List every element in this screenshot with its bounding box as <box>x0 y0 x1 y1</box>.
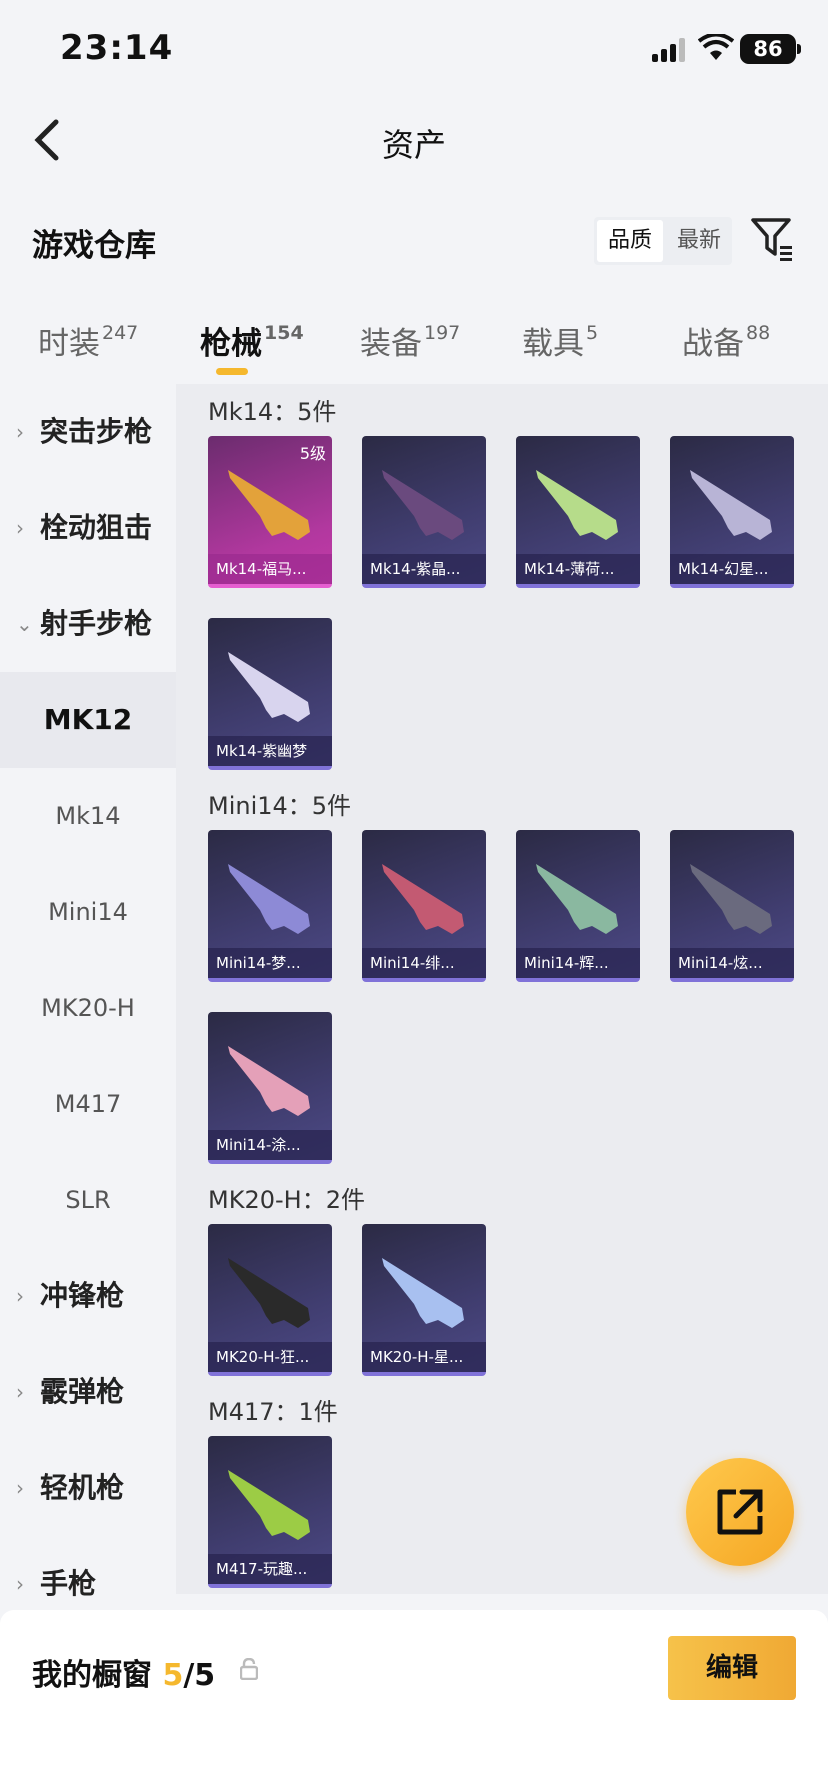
sidebar-item-assault-rifle[interactable]: › 突击步枪 <box>0 384 176 480</box>
battery-icon: 86 <box>740 34 801 64</box>
bottom-bar: 我的橱窗 5/5 编辑 <box>0 1610 828 1792</box>
sidebar-item-mk12[interactable]: MK12 <box>0 672 176 768</box>
chevron-right-icon: › <box>16 1380 24 1404</box>
cellular-signal-icon <box>652 38 688 62</box>
chevron-right-icon: › <box>16 1572 24 1596</box>
weapon-card[interactable]: 5级 Mk14-福马... <box>208 436 332 588</box>
weapon-card[interactable]: Mini14-涂... <box>208 1012 332 1164</box>
sidebar-item-m417[interactable]: M417 <box>0 1056 176 1152</box>
sidebar-item-bolt-sniper[interactable]: › 栓动狙击 <box>0 480 176 576</box>
rifle-icon <box>690 470 772 540</box>
sort-quality-button[interactable]: 品质 <box>597 220 663 262</box>
sidebar-item-mk20h[interactable]: MK20-H <box>0 960 176 1056</box>
share-button[interactable] <box>686 1458 794 1566</box>
chevron-right-icon: › <box>16 420 24 444</box>
weapon-card[interactable]: MK20-H-狂... <box>208 1224 332 1376</box>
weapon-card[interactable]: Mk14-薄荷... <box>516 436 640 588</box>
sidebar-item-lmg[interactable]: › 轻机枪 <box>0 1440 176 1536</box>
sort-toggle: 品质 最新 <box>594 217 732 265</box>
sidebar-item-shotgun[interactable]: › 霰弹枪 <box>0 1344 176 1440</box>
sidebar-item-slr[interactable]: SLR <box>0 1152 176 1248</box>
nav-bar: 资产 <box>0 100 828 180</box>
rifle-icon <box>228 1046 310 1116</box>
weapon-card[interactable]: Mini14-炫... <box>670 830 794 982</box>
status-time: 23:14 <box>60 28 174 68</box>
group-title: Mini14：5件 <box>208 792 352 820</box>
group-title: Mk14：5件 <box>208 398 337 426</box>
sidebar-item-pistol[interactable]: › 手枪 <box>0 1536 176 1610</box>
section-title: 游戏仓库 <box>32 228 156 264</box>
share-icon <box>717 1489 763 1535</box>
weapon-card[interactable]: Mk14-紫幽梦 <box>208 618 332 770</box>
sort-newest-button[interactable]: 最新 <box>666 217 732 265</box>
weapon-card[interactable]: Mk14-幻星... <box>670 436 794 588</box>
weapon-card[interactable]: Mk14-紫晶... <box>362 436 486 588</box>
weapon-card[interactable]: Mini14-绯... <box>362 830 486 982</box>
tab-fashion[interactable]: 时装 247 <box>38 318 138 363</box>
weapon-card[interactable]: MK20-H-星... <box>362 1224 486 1376</box>
tab-equipment[interactable]: 装备 197 <box>360 318 460 363</box>
active-tab-indicator <box>216 368 248 375</box>
rifle-icon <box>382 1258 464 1328</box>
sidebar: › 突击步枪 › 栓动狙击 ⌄ 射手步枪 MK12 Mk14 Mini14 MK20-… <box>0 384 176 1610</box>
sidebar-item-marksman-rifle[interactable]: ⌄ 射手步枪 <box>0 576 176 672</box>
wifi-icon <box>698 34 734 60</box>
rifle-icon <box>536 470 618 540</box>
rifle-icon <box>228 470 310 540</box>
rifle-icon <box>536 864 618 934</box>
filter-icon[interactable] <box>750 216 794 262</box>
chevron-right-icon: › <box>16 1284 24 1308</box>
rifle-icon <box>690 864 772 934</box>
tab-vehicles[interactable]: 载具 5 <box>522 318 598 363</box>
edit-button[interactable]: 编辑 <box>668 1636 796 1700</box>
chevron-down-icon: ⌄ <box>16 612 33 636</box>
chevron-right-icon: › <box>16 516 24 540</box>
my-showcase: 我的橱窗 5/5 <box>32 1658 216 1693</box>
group-title: M417：1件 <box>208 1398 338 1426</box>
rifle-icon <box>228 1470 310 1540</box>
tab-guns[interactable]: 枪械 154 <box>200 318 304 363</box>
rifle-icon <box>382 470 464 540</box>
group-title: MK20-H：2件 <box>208 1186 365 1214</box>
rifle-icon <box>228 864 310 934</box>
category-tabs: 时装 247 枪械 154 装备 197 载具 5 战备 88 <box>0 310 828 384</box>
sidebar-item-mk14[interactable]: Mk14 <box>0 768 176 864</box>
weapon-card[interactable]: Mini14-辉... <box>516 830 640 982</box>
rifle-icon <box>228 1258 310 1328</box>
weapon-card[interactable]: M417-玩趣... <box>208 1436 332 1588</box>
rifle-icon <box>382 864 464 934</box>
status-bar: 23:14 86 <box>0 0 828 100</box>
sidebar-item-smg[interactable]: › 冲锋枪 <box>0 1248 176 1344</box>
weapon-card[interactable]: Mini14-梦... <box>208 830 332 982</box>
chevron-right-icon: › <box>16 1476 24 1500</box>
tab-supplies[interactable]: 战备 88 <box>682 318 770 363</box>
weapon-list: Mk14：5件 5级 Mk14-福马... Mk14-紫晶... Mk14-薄荷.… <box>176 384 828 1594</box>
rifle-icon <box>228 652 310 722</box>
page-title: 资产 <box>381 126 446 164</box>
lock-icon <box>240 1658 258 1680</box>
sidebar-item-mini14[interactable]: Mini14 <box>0 864 176 960</box>
